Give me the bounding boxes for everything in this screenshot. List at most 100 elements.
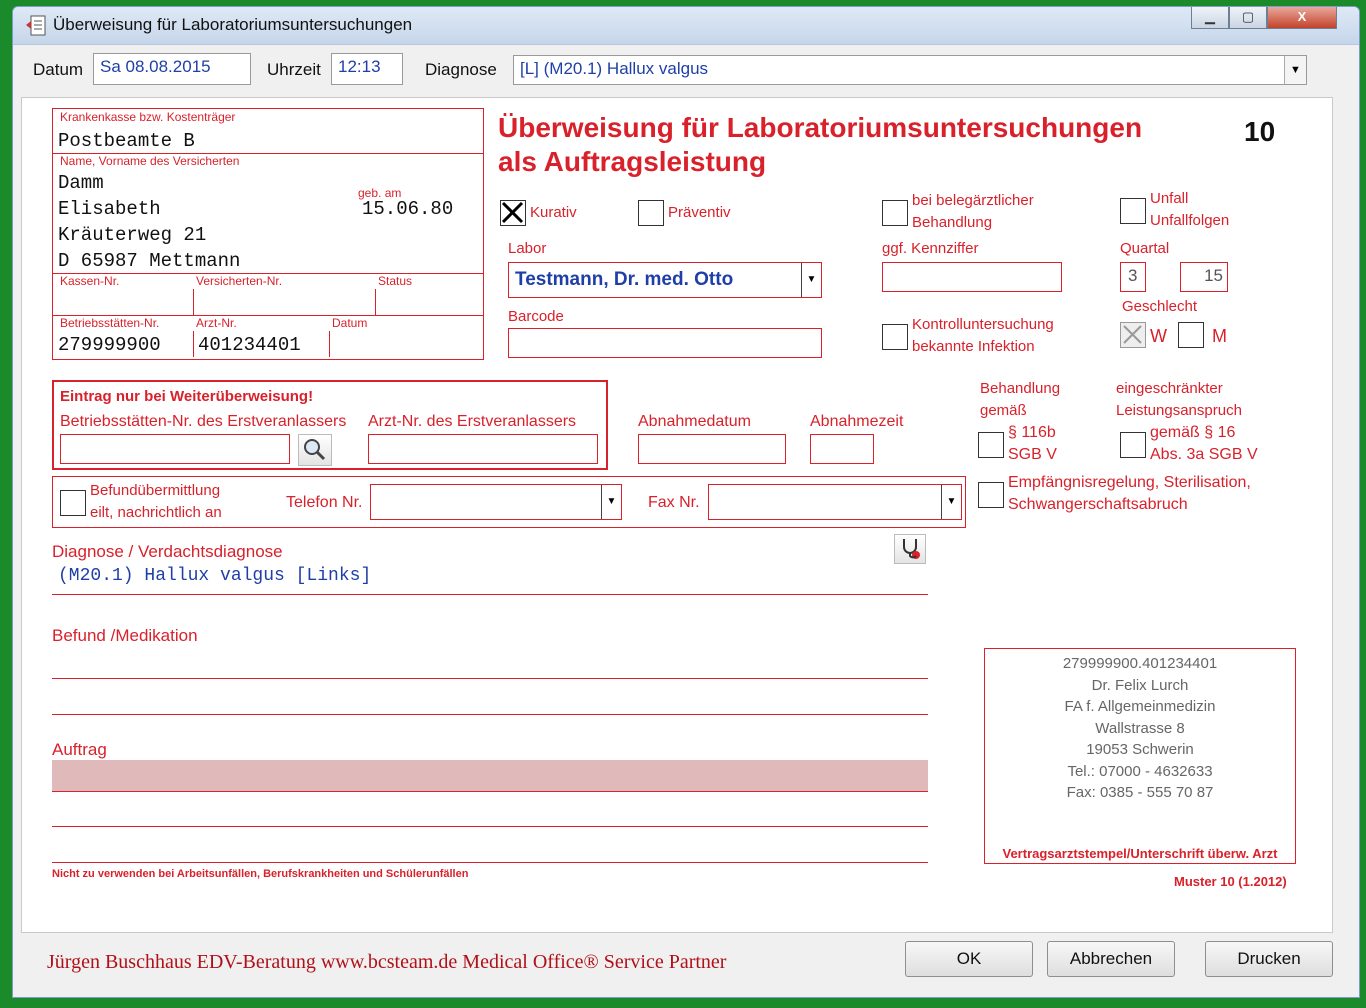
behandlung-label-2: gemäß — [980, 402, 1027, 419]
muster10-form: Krankenkasse bzw. Kostenträger Postbeamt… — [21, 97, 1333, 933]
chevron-down-icon[interactable]: ▼ — [1284, 56, 1306, 84]
quartal-label: Quartal — [1120, 240, 1170, 257]
document-icon — [25, 13, 47, 42]
quartal-value: 3 — [1128, 266, 1138, 285]
uhrzeit-label: Uhrzeit — [267, 60, 321, 79]
diagnose-select[interactable]: [L] (M20.1) Hallux valgus ▼ — [513, 55, 1307, 85]
labor-value: Testmann, Dr. med. Otto — [515, 269, 734, 290]
versicherten-nr-label: Versicherten-Nr. — [196, 274, 283, 288]
s16-label-1: gemäß § 16 — [1150, 424, 1236, 441]
check-x-icon — [1123, 325, 1142, 344]
s116b-label-2: SGB V — [1008, 446, 1057, 463]
s116b-label-1: § 116b — [1008, 424, 1056, 441]
window-title: Überweisung für Laboratoriumsuntersuchun… — [53, 15, 413, 34]
kasse-value: Postbeamte B — [58, 130, 195, 152]
stamp-line: Tel.: 07000 - 4632633 — [1067, 762, 1213, 780]
abnahmedatum-field[interactable] — [638, 434, 786, 464]
s16-checkbox[interactable] — [1120, 432, 1146, 458]
telefon-label: Telefon Nr. — [286, 494, 363, 511]
stethoscope-button[interactable] — [894, 534, 926, 564]
beleg-label-2: Behandlung — [912, 214, 993, 231]
labor-select[interactable]: Testmann, Dr. med. Otto ▼ — [508, 262, 822, 298]
weiter-bsnr-field[interactable] — [60, 434, 290, 464]
search-button[interactable] — [298, 434, 332, 466]
minimize-button[interactable]: ▁ — [1191, 7, 1229, 29]
befundueb-checkbox[interactable] — [60, 490, 86, 516]
quartal-year-value: 15 — [1204, 266, 1223, 285]
quartal-field[interactable]: 3 — [1120, 262, 1146, 292]
befund-line-1 — [52, 678, 928, 679]
uhrzeit-field[interactable]: 12:13 — [331, 53, 403, 85]
ok-button[interactable]: OK — [905, 941, 1033, 977]
geschlecht-label: Geschlecht — [1122, 298, 1198, 315]
bsnr-value: 279999900 — [58, 334, 161, 356]
empf-label-2: Schwangerschaftsabruch — [1008, 496, 1188, 513]
empf-label-1: Empfängnisregelung, Sterilisation, — [1008, 474, 1251, 491]
kontroll-checkbox[interactable] — [882, 324, 908, 350]
stamp-line: Dr. Felix Lurch — [1091, 676, 1189, 694]
watermark-text: Jürgen Buschhaus EDV-Beratung www.bcstea… — [47, 951, 727, 973]
w-checkbox[interactable] — [1120, 322, 1146, 348]
weiter-bsnr-label: Betriebsstätten-Nr. des Erstveranlassers — [60, 413, 347, 430]
eingeschr-label-1: eingeschränkter — [1116, 380, 1223, 397]
eingeschr-label-2: Leistungsanspruch — [1116, 402, 1242, 419]
kurativ-checkbox[interactable] — [500, 200, 526, 226]
auftrag-label: Auftrag — [52, 740, 107, 759]
w-label: W — [1150, 326, 1167, 346]
arzt-stempel: 279999900.401234401 Dr. Felix Lurch FA f. … — [984, 648, 1296, 864]
s116b-checkbox[interactable] — [978, 432, 1004, 458]
unfall-label-2: Unfallfolgen — [1150, 212, 1230, 229]
m-label: M — [1212, 326, 1227, 346]
patient-lastname: Damm — [58, 172, 104, 194]
stamp-line: Fax: 0385 - 555 70 87 — [1066, 784, 1214, 801]
beleg-checkbox[interactable] — [882, 200, 908, 226]
kennziffer-label: ggf. Kennziffer — [882, 240, 979, 257]
empf-checkbox[interactable] — [978, 482, 1004, 508]
auftrag-field[interactable] — [52, 760, 928, 792]
stamp-line: 279999900.401234401 — [1062, 655, 1218, 672]
labor-label: Labor — [508, 240, 547, 257]
abbrechen-button[interactable]: Abbrechen — [1047, 941, 1175, 977]
maximize-button[interactable]: ▢ — [1229, 7, 1267, 29]
datum-field[interactable]: Sa 08.08.2015 — [93, 53, 251, 85]
unfall-checkbox[interactable] — [1120, 198, 1146, 224]
fax-select[interactable]: ▼ — [708, 484, 962, 520]
befund-line-2 — [52, 714, 928, 715]
form-title-line2: als Auftragsleistung — [498, 146, 767, 177]
diagnose-section-label: Diagnose / Verdachtsdiagnose — [52, 542, 283, 561]
chevron-down-icon[interactable]: ▼ — [601, 485, 621, 519]
m-checkbox[interactable] — [1178, 322, 1204, 348]
dialog-window: Überweisung für Laboratoriumsuntersuchun… — [12, 6, 1360, 998]
telefon-select[interactable]: ▼ — [370, 484, 622, 520]
patient-firstname: Elisabeth — [58, 198, 161, 220]
praeventiv-checkbox[interactable] — [638, 200, 664, 226]
search-icon — [304, 439, 326, 461]
beleg-label-1: bei belegärztlicher — [912, 192, 1034, 209]
arzt-nr-value: 401234401 — [198, 334, 301, 356]
diagnose-text: (M20.1) Hallux valgus [Links] — [58, 566, 372, 586]
kurativ-label: Kurativ — [530, 204, 577, 221]
kennziffer-field[interactable] — [882, 262, 1062, 292]
befund-label: Befund /Medikation — [52, 626, 198, 645]
close-button[interactable]: X — [1267, 7, 1337, 29]
praeventiv-label: Präventiv — [668, 204, 731, 221]
stamp-lines: 279999900.401234401 Dr. Felix Lurch FA f. … — [985, 653, 1295, 804]
muster-version: Muster 10 (1.2012) — [1174, 874, 1287, 889]
chevron-down-icon[interactable]: ▼ — [801, 263, 821, 297]
barcode-label: Barcode — [508, 308, 564, 325]
drucken-button[interactable]: Drucken — [1205, 941, 1333, 977]
status-label: Status — [378, 274, 413, 288]
kontroll-label-2: bekannte Infektion — [912, 338, 1035, 355]
abnahmezeit-field[interactable] — [810, 434, 874, 464]
barcode-field[interactable] — [508, 328, 822, 358]
quartal-year-field[interactable]: 15 — [1180, 262, 1228, 292]
chevron-down-icon[interactable]: ▼ — [941, 485, 961, 519]
unfall-label-1: Unfall — [1150, 190, 1189, 207]
stethoscope-icon — [903, 539, 920, 559]
stamp-line: FA f. Allgemeinmedizin — [1064, 698, 1216, 715]
patient-city: D 65987 Mettmann — [58, 250, 241, 272]
datum-label: Datum — [33, 60, 84, 79]
weiter-arzt-field[interactable] — [368, 434, 598, 464]
form-title-line1: Überweisung für Laboratoriumsuntersuchun… — [498, 112, 1143, 143]
diagnose-label: Diagnose — [425, 60, 497, 79]
